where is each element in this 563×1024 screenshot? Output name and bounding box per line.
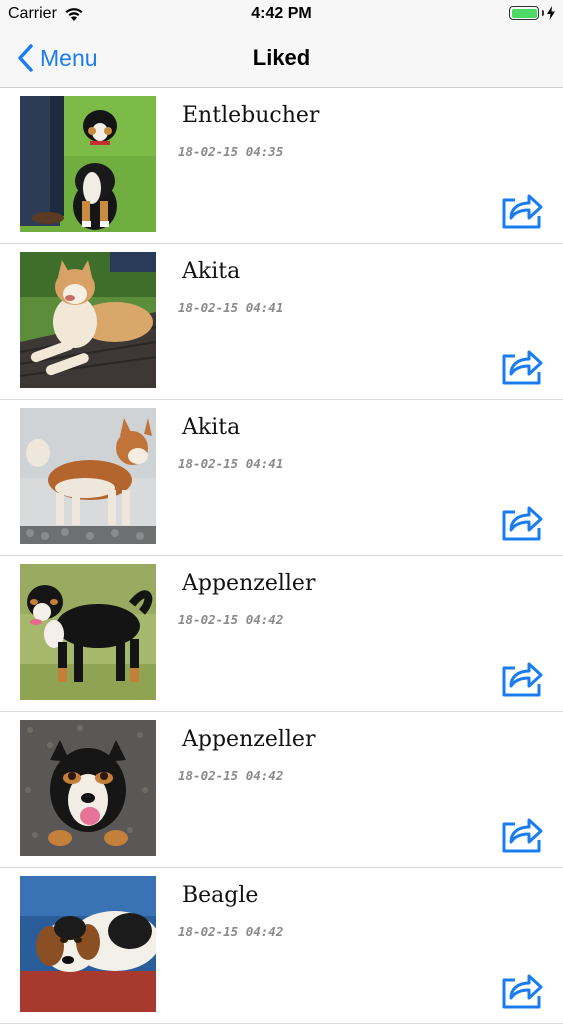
status-time: 4:42 PM [251,5,312,22]
share-button[interactable] [501,814,543,854]
list-item[interactable]: Entlebucher 18-02-15 04:35 [0,88,563,244]
share-icon [502,194,543,229]
battery-icon [509,6,539,20]
dog-breed-name: Beagle [182,883,259,908]
dog-breed-name: Appenzeller [182,571,316,596]
share-icon [502,662,543,697]
list-item[interactable]: Akita 18-02-15 04:41 [0,400,563,556]
dog-breed-name: Appenzeller [182,727,316,752]
dog-photo [20,876,156,1012]
page-title: Liked [252,45,311,70]
share-icon [502,506,543,541]
share-button[interactable] [501,658,543,698]
list-item[interactable]: Appenzeller 18-02-15 04:42 [0,712,563,868]
dog-photo [20,408,156,544]
dog-photo [20,720,156,856]
navigation-bar: Menu Liked [0,30,563,88]
list-item[interactable]: Beagle 18-02-15 04:42 [0,868,563,1024]
battery-indicator [509,6,555,20]
liked-timestamp: 18-02-15 04:42 [178,612,284,627]
bolt-icon [547,6,555,20]
list-item[interactable]: Appenzeller 18-02-15 04:42 [0,556,563,712]
liked-timestamp: 18-02-15 04:41 [178,456,284,471]
share-icon [502,350,543,385]
share-icon [502,974,543,1009]
dog-photo [20,96,156,232]
liked-timestamp: 18-02-15 04:41 [178,300,284,315]
status-bar: Carrier 4:42 PM [0,0,563,30]
liked-timestamp: 18-02-15 04:42 [178,768,284,783]
dog-breed-name: Akita [182,415,241,440]
share-button[interactable] [501,190,543,230]
dog-photo [20,252,156,388]
liked-timestamp: 18-02-15 04:42 [178,924,284,939]
share-button[interactable] [501,970,543,1010]
share-button[interactable] [501,346,543,386]
dog-breed-name: Akita [182,259,241,284]
dog-photo [20,564,156,700]
list-item[interactable]: Akita 18-02-15 04:41 [0,244,563,400]
share-icon [502,818,543,853]
liked-timestamp: 18-02-15 04:35 [178,144,284,159]
share-button[interactable] [501,502,543,542]
liked-list: Entlebucher 18-02-15 04:35 Akita 18-02-1… [0,88,563,1024]
dog-breed-name: Entlebucher [182,103,320,128]
